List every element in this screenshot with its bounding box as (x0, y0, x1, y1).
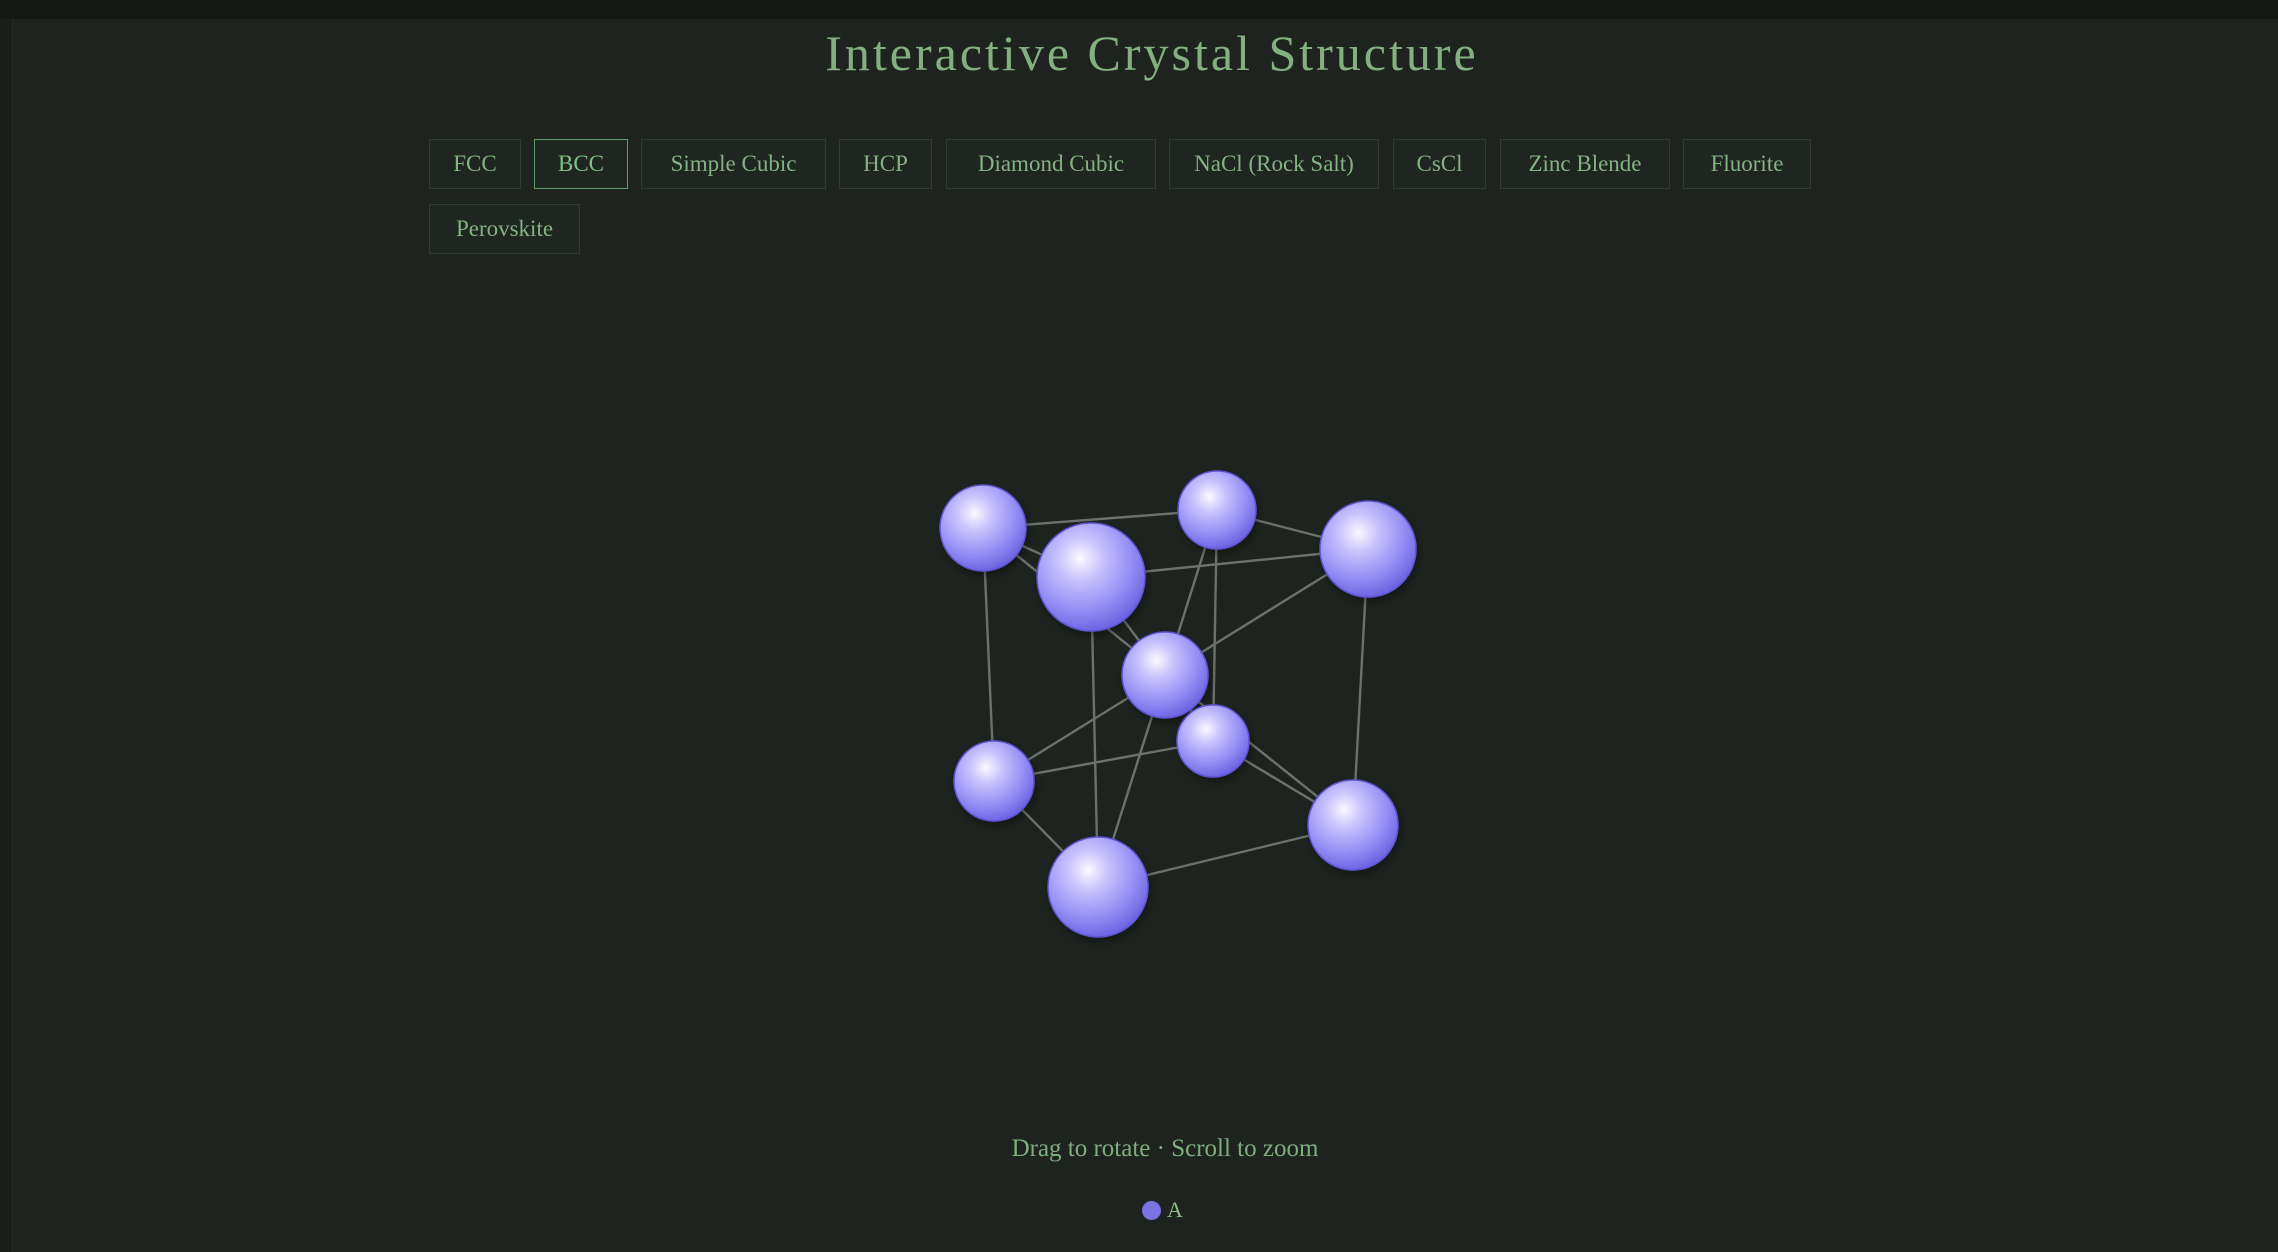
interaction-hint: Drag to rotate · Scroll to zoom (1011, 1135, 1319, 1162)
atom-a[interactable] (1047, 836, 1149, 938)
crystal-viewport[interactable] (0, 0, 2278, 1252)
legend: A (1142, 1197, 1183, 1223)
legend-label: A (1167, 1197, 1183, 1222)
atom-a[interactable] (939, 484, 1027, 572)
atom-a[interactable] (1176, 704, 1250, 778)
atom-a[interactable] (953, 740, 1035, 822)
atom-a[interactable] (1036, 522, 1146, 632)
legend-swatch (1142, 1200, 1161, 1220)
atom-a[interactable] (1177, 470, 1257, 550)
atom-a[interactable] (1307, 779, 1399, 871)
atom-a[interactable] (1121, 631, 1209, 719)
atom-a[interactable] (1319, 500, 1417, 598)
